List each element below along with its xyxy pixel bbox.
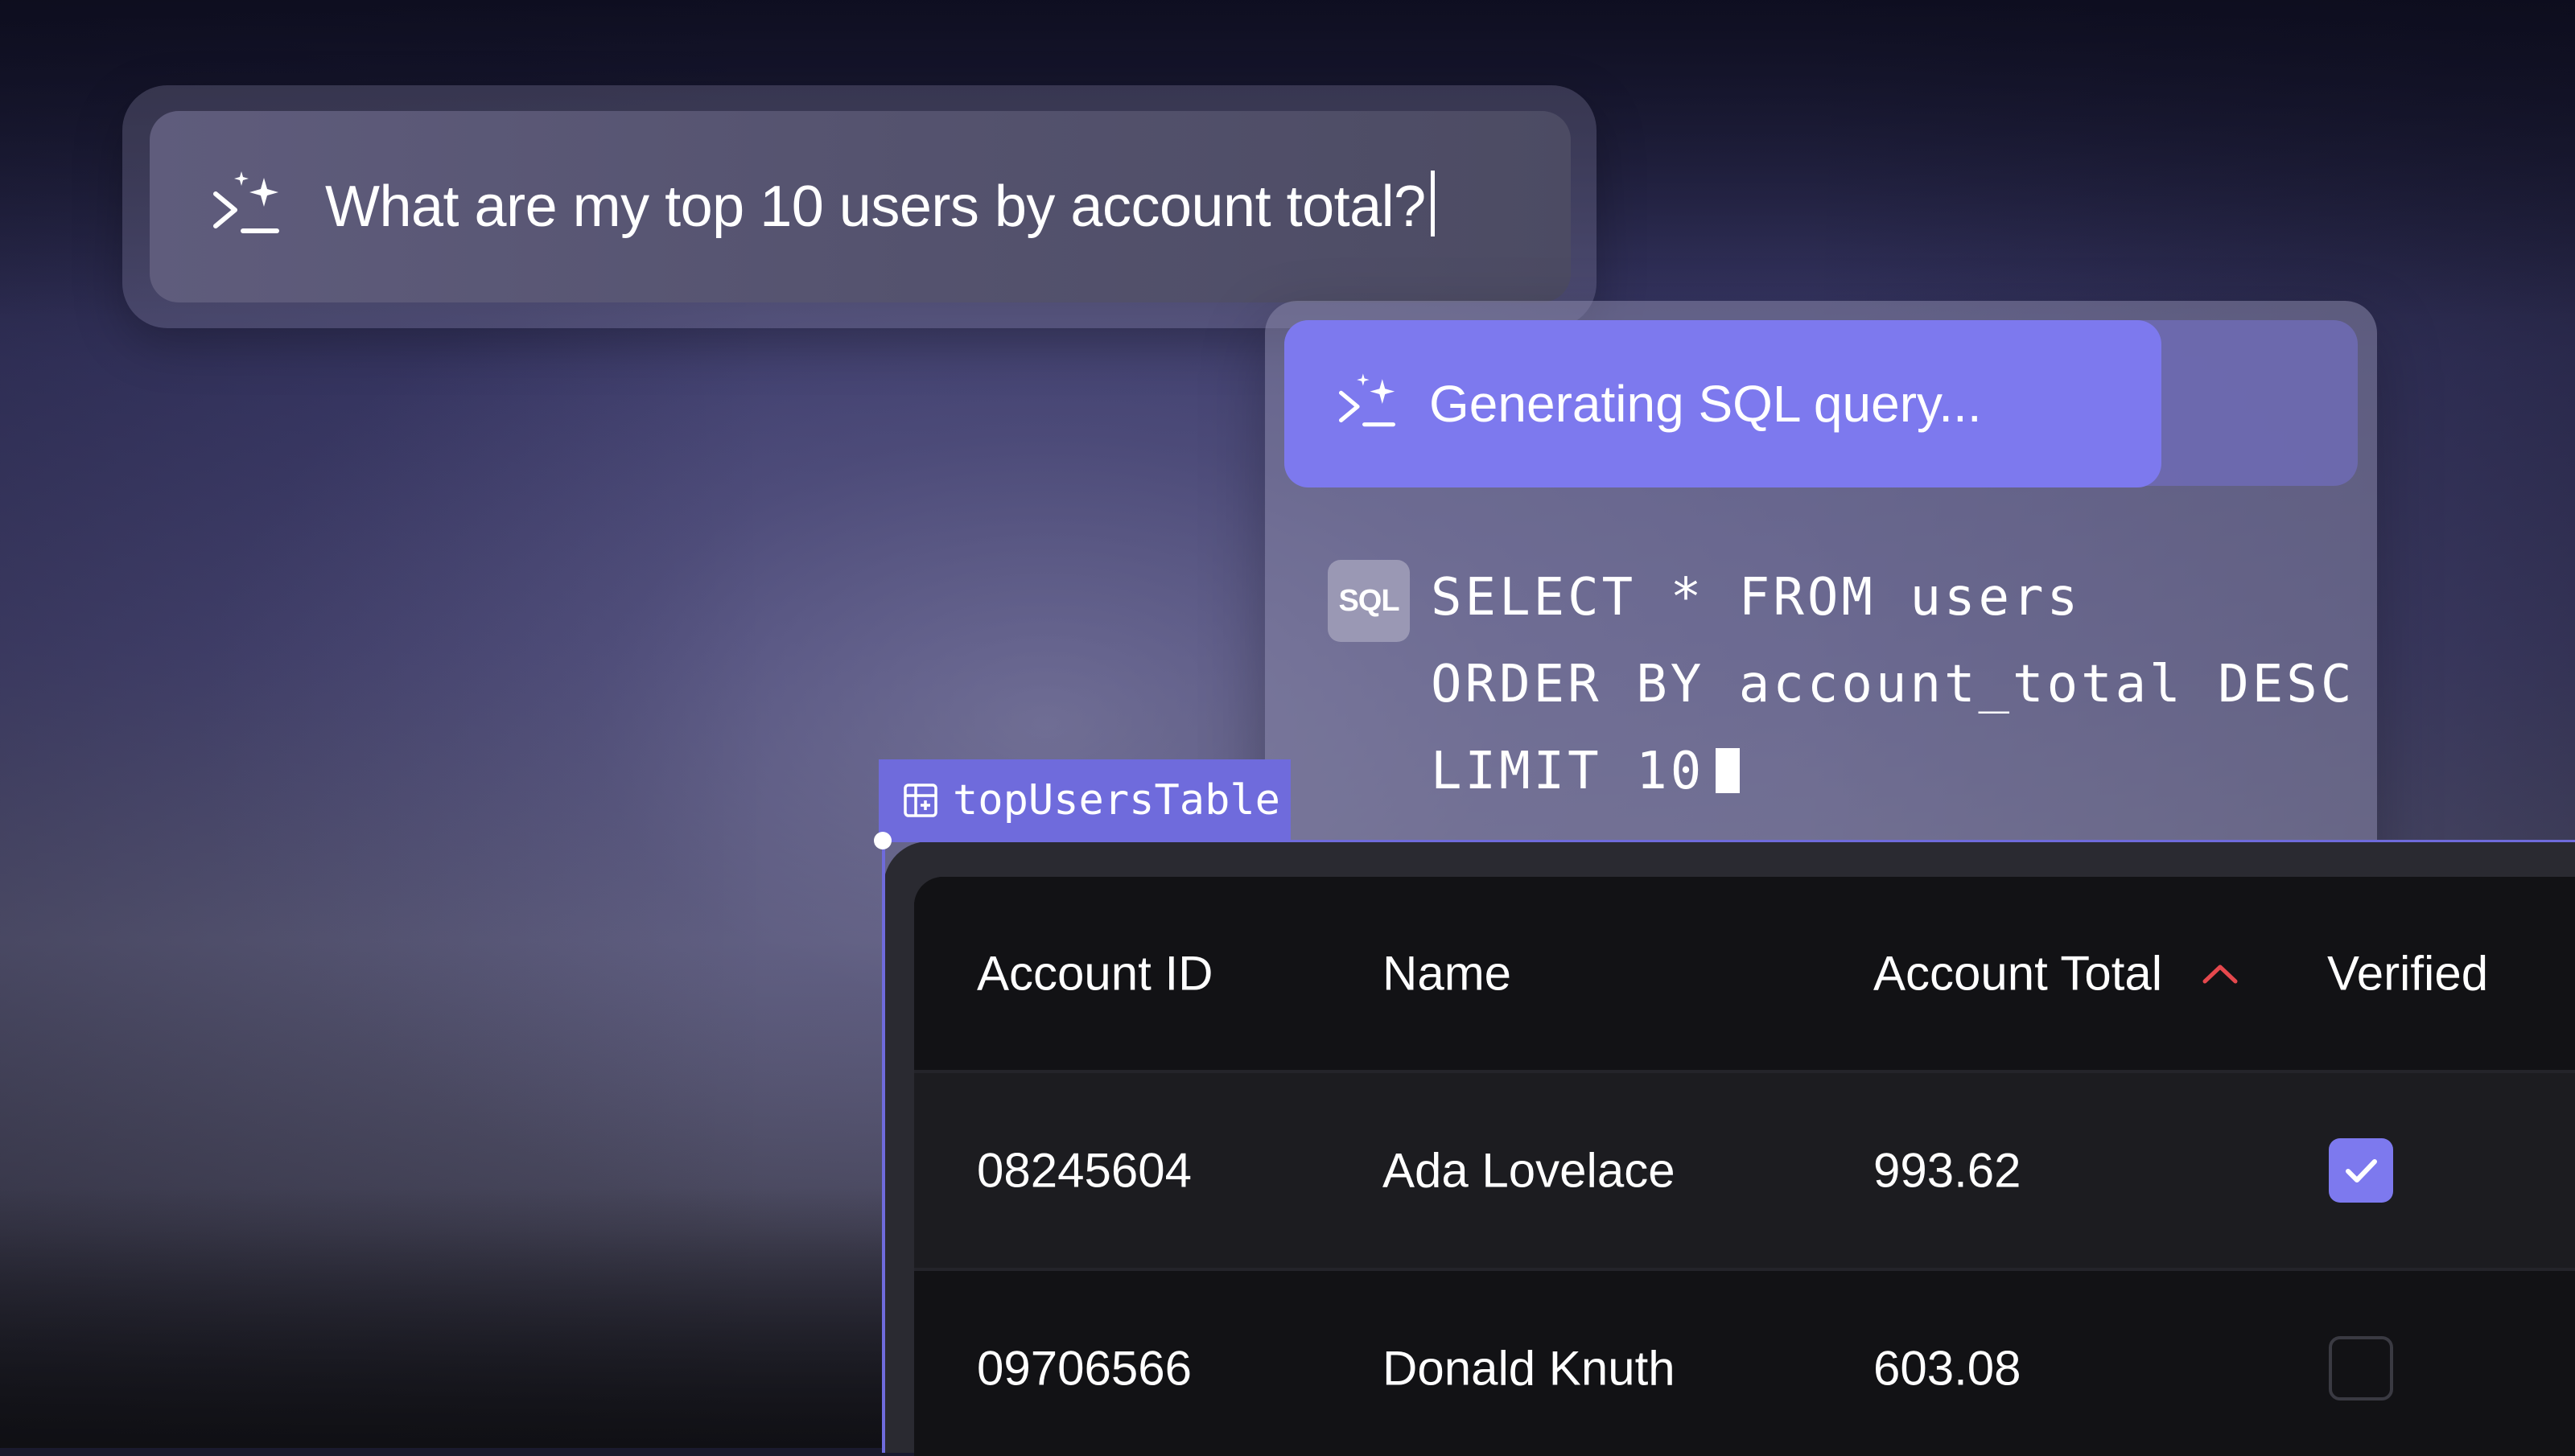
sql-line: SELECT * FROM users — [1431, 568, 2082, 627]
column-header-verified[interactable]: Verified — [2327, 946, 2488, 1002]
column-header-name[interactable]: Name — [1382, 946, 1511, 1002]
verified-checkbox[interactable] — [2329, 1138, 2393, 1203]
column-header-account-id[interactable]: Account ID — [977, 946, 1213, 1002]
prompt-text: What are my top 10 users by account tota… — [325, 175, 1426, 239]
selection-outline-top — [882, 840, 2575, 842]
verified-checkbox[interactable] — [2329, 1336, 2393, 1400]
prompt-input[interactable]: What are my top 10 users by account tota… — [150, 111, 1571, 302]
component-label[interactable]: topUsersTable — [879, 759, 1291, 841]
sort-chevron-up-icon[interactable] — [2200, 960, 2240, 986]
generating-status-text: Generating SQL query... — [1429, 375, 1982, 433]
generating-status: Generating SQL query... — [1284, 320, 2161, 487]
table-row[interactable]: 09706566 Donald Knuth 603.08 — [914, 1268, 2575, 1456]
cell-account-id: 08245604 — [977, 1143, 1192, 1198]
sql-line: ORDER BY account_total DESC — [1431, 655, 2355, 714]
sparkle-prompt-icon — [213, 171, 279, 233]
resize-handle[interactable] — [874, 832, 892, 849]
check-icon — [2346, 1159, 2377, 1182]
cell-name: Ada Lovelace — [1382, 1143, 1675, 1198]
selection-outline-left — [882, 841, 885, 1453]
table-component-icon — [904, 784, 937, 817]
cell-account-total: 603.08 — [1873, 1341, 2021, 1396]
sparkle-prompt-icon — [1338, 373, 1396, 427]
block-cursor — [1716, 748, 1741, 794]
text-caret — [1430, 171, 1435, 236]
users-table: Account ID Name Account Total Verified 0… — [914, 877, 2575, 1456]
table-header: Account ID Name Account Total Verified — [914, 877, 2575, 1073]
column-header-account-total[interactable]: Account Total — [1873, 946, 2162, 1002]
sql-badge: SQL — [1328, 560, 1410, 642]
cell-name: Donald Knuth — [1382, 1341, 1675, 1396]
sql-line-text: LIMIT 10 — [1431, 742, 1705, 801]
component-name: topUsersTable — [953, 776, 1280, 825]
table-row[interactable]: 08245604 Ada Lovelace 993.62 — [914, 1073, 2575, 1268]
sql-line: LIMIT 10 — [1431, 742, 1741, 801]
cell-account-id: 09706566 — [977, 1341, 1192, 1396]
cell-account-total: 993.62 — [1873, 1143, 2021, 1198]
